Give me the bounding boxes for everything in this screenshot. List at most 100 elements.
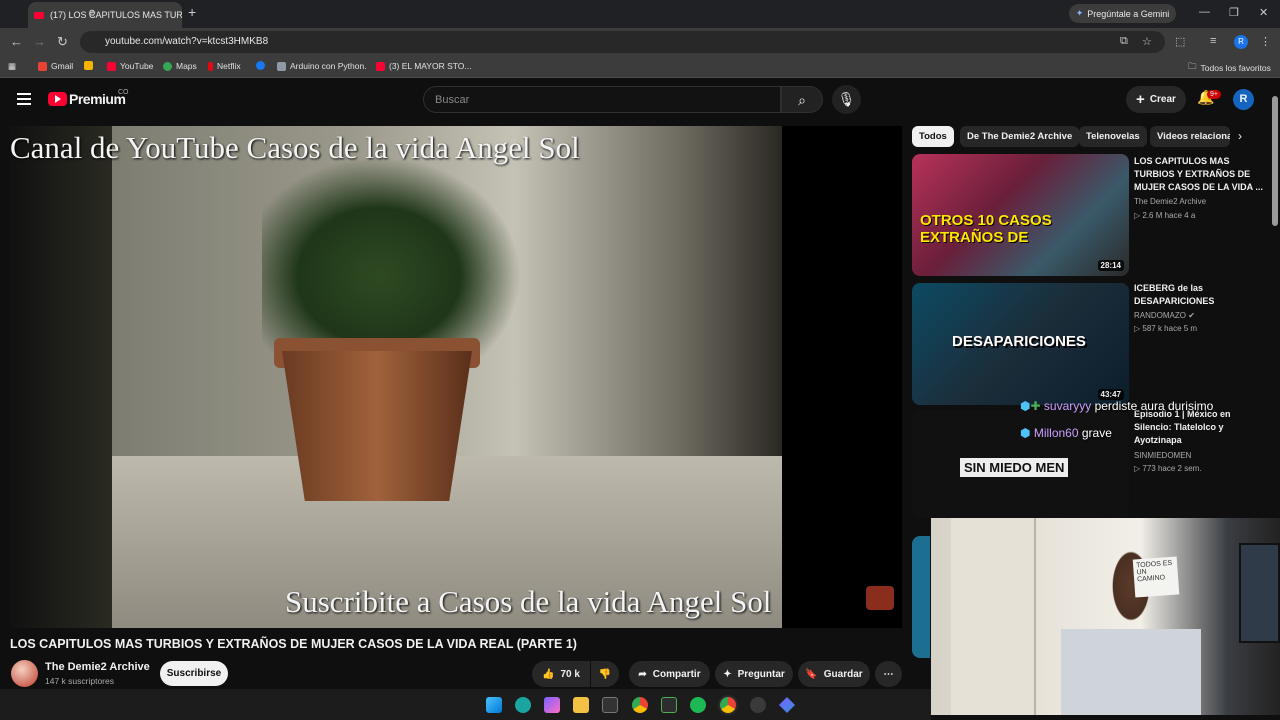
file-explorer-icon[interactable] bbox=[573, 697, 589, 713]
bookmark-misc[interactable] bbox=[84, 61, 93, 70]
copilot-icon[interactable] bbox=[544, 697, 560, 713]
ask-button[interactable]: ✦ Preguntar bbox=[715, 661, 793, 687]
site-info-icon[interactable]: ⚙ bbox=[88, 8, 96, 19]
related-views: 2.6 M hace 4 a bbox=[1142, 211, 1196, 220]
reload-icon[interactable]: ↻ bbox=[57, 34, 68, 50]
thumbnail-text: SIN MIEDO MEN bbox=[960, 458, 1069, 477]
chip-channel[interactable]: De The Demie2 Archive bbox=[960, 126, 1080, 147]
browser-profile-avatar[interactable]: R bbox=[1234, 35, 1248, 49]
video-caption-top: Canal de YouTube Casos de la vida Angel … bbox=[10, 130, 580, 165]
bookmark-mayor[interactable]: (3) EL MAYOR STO... bbox=[376, 61, 472, 71]
related-thumbnail[interactable]: DESAPARICIONES 43:47 bbox=[912, 283, 1129, 405]
gemini-button[interactable]: ✦ Pregúntale a Gemini bbox=[1069, 4, 1176, 23]
extensions-icon[interactable]: ⬚ bbox=[1175, 35, 1185, 48]
dislike-button[interactable]: 👎 bbox=[591, 661, 619, 687]
logo-premium-text[interactable]: Premium bbox=[69, 91, 126, 107]
browser-tab-bar: (17) LOS CAPITULOS MAS TURBIOS ✕ + ✦ Pre… bbox=[0, 0, 1280, 28]
like-button[interactable]: 👍 70 k bbox=[532, 661, 590, 687]
related-channel[interactable]: RANDOMAZO ✔ bbox=[1134, 311, 1195, 320]
url-field[interactable]: youtube.com/watch?v=ktcst3HMKB8 bbox=[80, 31, 1165, 53]
chevron-right-icon[interactable]: › bbox=[1238, 129, 1242, 143]
cast-icon[interactable]: ⧉ bbox=[1120, 35, 1128, 48]
restore-icon[interactable]: ❐ bbox=[1229, 6, 1239, 19]
all-bookmarks[interactable]: 🗀 Todos los favoritos bbox=[1188, 61, 1271, 75]
youtube-logo-icon[interactable] bbox=[48, 92, 67, 106]
app-icon[interactable] bbox=[661, 697, 677, 713]
related-meta: ▷ 587 k hace 5 m bbox=[1134, 324, 1198, 333]
ask-label: Preguntar bbox=[737, 668, 785, 680]
related-title[interactable]: Episodio 1 | México en Silencio: Tlatelo… bbox=[1134, 408, 1264, 447]
bookmark-arduino[interactable]: Arduino con Python. bbox=[277, 61, 367, 71]
country-code: CO bbox=[118, 89, 129, 96]
chrome-active-icon[interactable] bbox=[720, 697, 736, 713]
browser-tab[interactable]: (17) LOS CAPITULOS MAS TURBIOS ✕ bbox=[28, 2, 182, 28]
search-button[interactable]: ⌕ bbox=[781, 86, 823, 113]
channel-watermark-icon[interactable] bbox=[866, 586, 894, 610]
minimize-icon[interactable]: — bbox=[1199, 6, 1210, 18]
menu-kebab-icon[interactable]: ⋮ bbox=[1260, 35, 1271, 48]
related-channel[interactable]: The Demie2 Archive bbox=[1134, 197, 1206, 206]
youtube-icon bbox=[107, 61, 116, 71]
video-duration: 28:14 bbox=[1097, 260, 1124, 271]
edge-icon[interactable] bbox=[515, 697, 531, 713]
media-icon[interactable]: ≡ bbox=[1210, 35, 1216, 47]
page-scrollbar[interactable] bbox=[1271, 80, 1280, 520]
obs-icon[interactable] bbox=[750, 697, 766, 713]
close-window-icon[interactable]: ✕ bbox=[1259, 6, 1268, 19]
chat-message: ⬢✚ suvaryyy perdiste aura durisimo bbox=[1020, 399, 1213, 413]
scrollbar-thumb[interactable] bbox=[1272, 96, 1278, 226]
bookmark-youtube[interactable]: YouTube bbox=[107, 61, 153, 71]
windows-start-icon[interactable] bbox=[486, 697, 502, 713]
related-title[interactable]: ICEBERG de las DESAPARICIONES bbox=[1134, 282, 1264, 308]
thumbnail-text: DESAPARICIONES bbox=[952, 333, 1086, 350]
search-input[interactable]: Buscar bbox=[423, 86, 781, 113]
related-views: 773 hace 2 sem. bbox=[1142, 464, 1202, 473]
chip-telenovelas[interactable]: Telenovelas bbox=[1079, 126, 1147, 147]
bookmark-facebook[interactable] bbox=[256, 61, 265, 70]
related-channel[interactable]: SINMIEDOMEN bbox=[1134, 451, 1191, 460]
webcam-cabinet bbox=[951, 518, 1036, 715]
chrome-icon[interactable] bbox=[632, 697, 648, 713]
more-actions-button[interactable]: ⋯ bbox=[875, 661, 902, 687]
bookmarks-bar: ▦ Gmail YouTube Maps Netflix Arduino con… bbox=[0, 56, 1280, 78]
new-tab-button[interactable]: + bbox=[188, 4, 196, 20]
chip-related[interactable]: Videos relacionados bbox=[1150, 126, 1230, 147]
verified-check-icon: ✔ bbox=[1188, 311, 1195, 320]
video-player[interactable]: Canal de YouTube Casos de la vida Angel … bbox=[10, 126, 902, 628]
apps-grid-icon[interactable]: ▦ bbox=[8, 61, 16, 72]
hamburger-menu-icon[interactable] bbox=[17, 93, 31, 105]
bookmark-label: Arduino con Python. bbox=[290, 61, 367, 71]
video-frame bbox=[112, 126, 782, 628]
save-button[interactable]: 🔖 Guardar bbox=[798, 661, 870, 687]
spotify-icon[interactable] bbox=[690, 697, 706, 713]
channel-name[interactable]: The Demie2 Archive bbox=[45, 661, 150, 673]
video-plant-leaves bbox=[262, 156, 522, 356]
forward-icon[interactable]: → bbox=[33, 34, 46, 49]
related-channel-name: RANDOMAZO bbox=[1134, 311, 1186, 320]
webcam-sticky-note: TODOS ES UN CAMINO bbox=[1132, 556, 1180, 598]
webcam-person bbox=[1061, 543, 1201, 715]
bookmark-maps[interactable]: Maps bbox=[163, 61, 197, 71]
related-title[interactable]: LOS CAPITULOS MAS TURBIOS Y EXTRAÑOS DE … bbox=[1134, 155, 1264, 194]
chat-user: Millon60 bbox=[1033, 426, 1079, 440]
bookmark-label: Todos los favoritos bbox=[1200, 63, 1271, 73]
related-thumbnail-partial[interactable] bbox=[912, 536, 930, 658]
channel-avatar[interactable] bbox=[11, 660, 38, 687]
bookmark-gmail[interactable]: Gmail bbox=[38, 61, 73, 71]
youtube-header: Premium CO Buscar ⌕ 🎙 + Crear 🔔 9+ R bbox=[0, 80, 1270, 120]
share-button[interactable]: ➦ Compartir bbox=[629, 661, 710, 687]
user-avatar[interactable]: R bbox=[1233, 89, 1254, 110]
back-icon[interactable]: ← bbox=[10, 34, 23, 49]
bookmark-netflix[interactable]: Netflix bbox=[208, 61, 241, 71]
search-icon: ⌕ bbox=[798, 92, 806, 108]
epic-games-icon[interactable] bbox=[602, 697, 618, 713]
chip-all[interactable]: Todos bbox=[912, 126, 954, 147]
bookmark-star-icon[interactable]: ☆ bbox=[1142, 35, 1152, 48]
voice-search-button[interactable]: 🎙 bbox=[832, 85, 861, 114]
related-thumbnail[interactable]: OTROS 10 CASOS EXTRAÑOS DE 28:14 bbox=[912, 154, 1129, 276]
subscribe-button[interactable]: Suscribirse bbox=[160, 661, 228, 686]
create-button[interactable]: + Crear bbox=[1126, 86, 1186, 113]
related-meta: ▷ 2.6 M hace 4 a bbox=[1134, 211, 1196, 220]
chat-badge-icon: ⬢ bbox=[1020, 426, 1031, 440]
youtube-favicon-icon bbox=[34, 11, 44, 19]
